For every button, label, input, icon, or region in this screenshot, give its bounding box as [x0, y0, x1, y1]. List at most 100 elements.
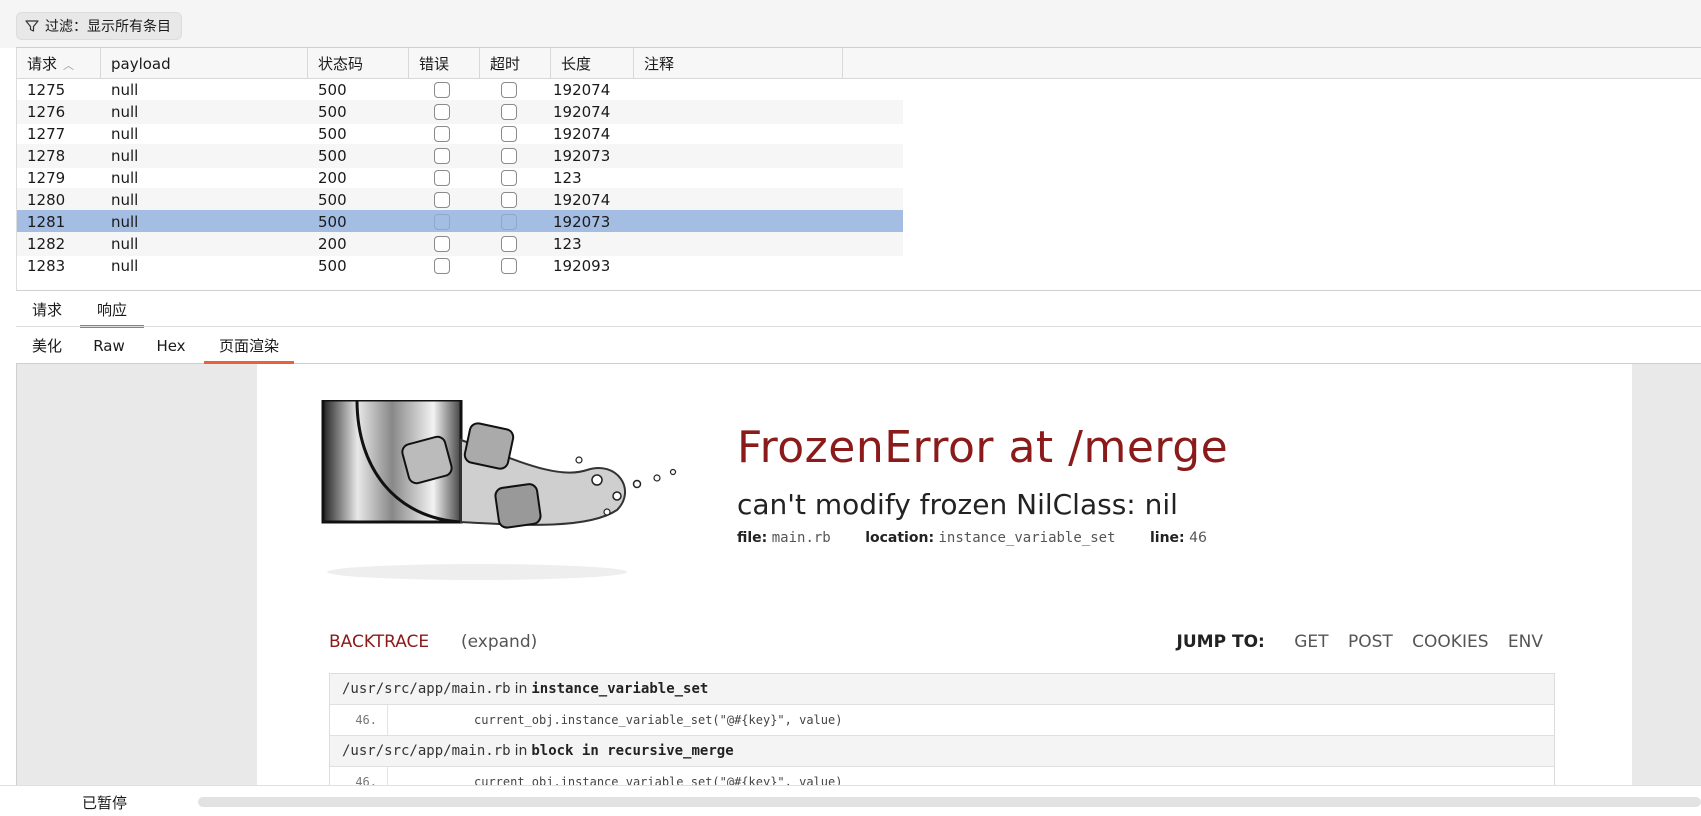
tab-request[interactable]: 请求 — [16, 297, 78, 325]
column-header-payload[interactable]: payload — [101, 48, 308, 78]
cell-length: 123 — [553, 169, 582, 187]
timeout-checkbox — [501, 192, 517, 208]
status-text: 已暂停 — [82, 794, 128, 812]
jump-to-label: JUMP TO: — [1176, 632, 1265, 652]
jump-link-env[interactable]: ENV — [1508, 632, 1543, 652]
line-label: line: — [1149, 530, 1185, 546]
render-pane[interactable]: FrozenError at /merge can't modify froze… — [16, 364, 1701, 785]
column-header-timeout[interactable]: 超时 — [480, 48, 551, 78]
table-row[interactable]: 1280 null 500 192074 — [17, 188, 903, 212]
error-meta: file: main.rb location: instance_variabl… — [737, 530, 1207, 546]
tab-render[interactable]: 页面渲染 — [204, 333, 294, 364]
cell-comment — [634, 232, 644, 256]
cell-request: 1280 — [27, 191, 66, 209]
view-tabs: 美化 Raw Hex 页面渲染 — [16, 333, 1701, 364]
cell-status: 500 — [318, 213, 347, 231]
cell-payload: null — [111, 169, 139, 187]
expand-link[interactable]: (expand) — [461, 632, 537, 652]
results-table: 请求 ︿ payload 状态码 错误 超时 长度 注释 1275 null 500 1… — [16, 47, 1701, 291]
cell-length: 192074 — [553, 191, 611, 209]
cell-length: 192093 — [553, 257, 611, 275]
cell-payload: null — [111, 213, 139, 231]
cell-length: 192073 — [553, 213, 611, 231]
error-checkbox — [434, 104, 450, 120]
error-checkbox — [434, 192, 450, 208]
cell-request: 1279 — [27, 169, 66, 187]
rendered-page: FrozenError at /merge can't modify froze… — [257, 364, 1632, 785]
error-checkbox — [434, 258, 450, 274]
table-row[interactable]: 1276 null 500 192074 — [17, 100, 903, 124]
timeout-checkbox — [501, 126, 517, 142]
filter-bar: 过滤：显示所有条目 — [0, 0, 1701, 48]
cell-length: 192074 — [553, 125, 611, 143]
cell-status: 500 — [318, 81, 347, 99]
table-row[interactable]: 1282 null 200 123 — [17, 232, 903, 256]
cell-comment — [634, 144, 644, 168]
table-row[interactable]: 1279 null 200 123 — [17, 166, 903, 190]
timeout-checkbox — [501, 148, 517, 164]
backtrace-frames: /usr/src/app/main.rb in instance_variable_… — [329, 673, 1555, 785]
cell-request: 1281 — [27, 213, 66, 231]
cell-length: 192074 — [553, 103, 611, 121]
cell-status: 500 — [318, 257, 347, 275]
cell-payload: null — [111, 103, 139, 121]
table-row[interactable]: 1277 null 500 192074 — [17, 122, 903, 146]
error-checkbox — [434, 236, 450, 252]
error-title: FrozenError at /merge — [737, 422, 1229, 473]
filter-icon — [25, 20, 39, 32]
tab-hex[interactable]: Hex — [140, 333, 202, 361]
timeout-checkbox — [501, 170, 517, 186]
filter-button[interactable]: 过滤：显示所有条目 — [16, 12, 182, 40]
column-header-length[interactable]: 长度 — [551, 48, 634, 78]
cell-comment — [634, 210, 644, 234]
divider — [16, 326, 1701, 327]
table-row[interactable]: 1281 null 500 192073 — [17, 210, 903, 234]
error-checkbox — [434, 148, 450, 164]
file-value: main.rb — [771, 530, 831, 546]
column-header-error[interactable]: 错误 — [409, 48, 480, 78]
cell-comment — [634, 78, 644, 102]
backtrace-header: BACKTRACE (expand) JUMP TO: GET POST COO… — [329, 632, 1543, 658]
jump-link-cookies[interactable]: COOKIES — [1412, 632, 1488, 652]
column-header-request[interactable]: 请求 ︿ — [17, 48, 101, 78]
error-checkbox — [434, 82, 450, 98]
column-header-status[interactable]: 状态码 — [308, 48, 409, 78]
message-tabs: 请求 响应 — [16, 297, 1701, 328]
cell-status: 200 — [318, 169, 347, 187]
cell-request: 1282 — [27, 235, 66, 253]
timeout-checkbox — [501, 258, 517, 274]
cell-comment — [634, 188, 644, 212]
error-checkbox — [434, 170, 450, 186]
cell-status: 500 — [318, 125, 347, 143]
cell-payload: null — [111, 191, 139, 209]
tab-response[interactable]: 响应 — [80, 297, 144, 328]
sort-asc-icon: ︿ — [63, 59, 75, 72]
column-header-comment[interactable]: 注释 — [634, 48, 843, 78]
cell-request: 1277 — [27, 125, 66, 143]
tab-raw[interactable]: Raw — [78, 333, 140, 361]
cell-comment — [634, 100, 644, 124]
table-row[interactable]: 1278 null 500 192073 — [17, 144, 903, 168]
cell-request: 1283 — [27, 257, 66, 275]
cell-payload: null — [111, 125, 139, 143]
tab-pretty[interactable]: 美化 — [16, 333, 78, 361]
table-row[interactable]: 1275 null 500 192074 — [17, 78, 903, 102]
table-row[interactable]: 1283 null 500 192093 — [17, 254, 903, 278]
sinatra-glass-logo — [321, 400, 677, 580]
jump-link-post[interactable]: POST — [1348, 632, 1393, 652]
timeout-checkbox — [501, 104, 517, 120]
frame-code-line: 46. current_obj.instance_variable_set("@… — [330, 705, 1554, 736]
file-label: file: — [737, 530, 768, 546]
cell-length: 123 — [553, 235, 582, 253]
jump-to: JUMP TO: GET POST COOKIES ENV — [1177, 632, 1543, 652]
frame-header[interactable]: /usr/src/app/main.rb in instance_variable_… — [330, 674, 1554, 705]
status-bar: 已暂停 — [0, 785, 1701, 816]
cell-comment — [634, 122, 644, 146]
frame-header[interactable]: /usr/src/app/main.rb in block in recursive… — [330, 736, 1554, 767]
cell-request: 1275 — [27, 81, 66, 99]
jump-link-get[interactable]: GET — [1294, 632, 1328, 652]
cell-status: 500 — [318, 103, 347, 121]
error-message: can't modify frozen NilClass: nil — [737, 488, 1178, 521]
cell-comment — [634, 254, 644, 278]
cell-length: 192073 — [553, 147, 611, 165]
